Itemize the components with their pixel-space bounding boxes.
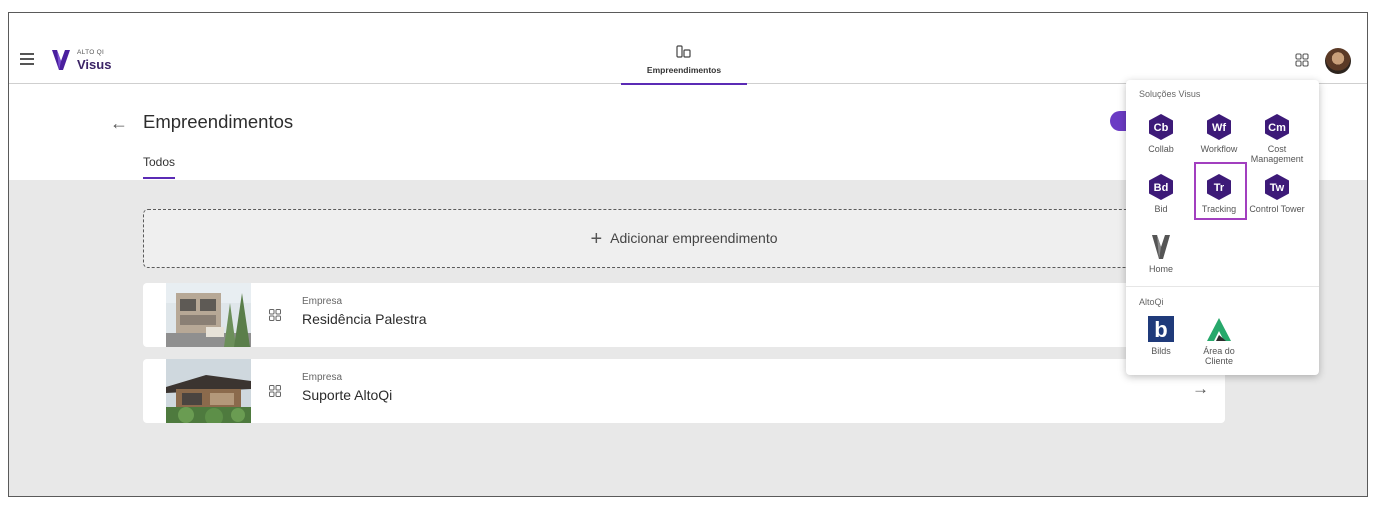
control-tower-icon: Tw bbox=[1265, 174, 1289, 200]
svg-text:Tw: Tw bbox=[1270, 182, 1285, 194]
brand-name: Visus bbox=[77, 57, 112, 72]
project-card[interactable]: Empresa Residência Palestra bbox=[143, 283, 1225, 347]
add-project-label: Adicionar empreendimento bbox=[610, 230, 778, 246]
app-label: Bilds bbox=[1151, 346, 1171, 356]
home-logo-icon bbox=[1152, 235, 1170, 259]
grid-icon bbox=[269, 309, 281, 321]
app-bid[interactable]: Bd Bid bbox=[1131, 173, 1191, 214]
project-label: Empresa bbox=[302, 372, 343, 383]
app-workflow[interactable]: Wf Workflow bbox=[1189, 113, 1249, 154]
bilds-icon: b bbox=[1148, 316, 1174, 342]
area-cliente-icon bbox=[1207, 318, 1231, 341]
section-altoqi: AltoQi bbox=[1139, 297, 1164, 307]
apps-dropdown: Soluções Visus Cb Collab Wf Workflow Cm … bbox=[1126, 80, 1319, 375]
app-control-tower[interactable]: Tw Control Tower bbox=[1247, 173, 1307, 214]
tab-todos[interactable]: Todos bbox=[143, 155, 176, 179]
app-home[interactable]: Home bbox=[1131, 233, 1191, 274]
plus-icon: + bbox=[590, 228, 603, 250]
svg-text:Bd: Bd bbox=[1154, 182, 1169, 194]
svg-text:Cm: Cm bbox=[1268, 122, 1286, 134]
svg-text:Cb: Cb bbox=[1154, 122, 1169, 134]
apps-grid-icon[interactable] bbox=[1295, 53, 1309, 67]
app-label: Home bbox=[1148, 264, 1173, 274]
bid-icon: Bd bbox=[1149, 174, 1173, 200]
building-icon bbox=[676, 45, 691, 58]
section-solucoes-visus: Soluções Visus bbox=[1139, 89, 1201, 99]
app-window: ALTO QI Visus Empreendimentos ← Empreend… bbox=[8, 12, 1368, 497]
app-bilds[interactable]: b Bilds bbox=[1131, 315, 1191, 356]
divider bbox=[1126, 286, 1319, 287]
brand-small: ALTO QI bbox=[77, 49, 105, 56]
svg-text:Wf: Wf bbox=[1212, 122, 1226, 134]
svg-text:b: b bbox=[1154, 317, 1167, 342]
project-card[interactable]: Empresa Suporte AltoQi → bbox=[143, 359, 1225, 423]
project-name: Suporte AltoQi bbox=[302, 387, 393, 403]
collab-icon: Cb bbox=[1149, 114, 1173, 140]
tab-label: Empreendimentos bbox=[646, 65, 722, 75]
workflow-icon: Wf bbox=[1207, 114, 1231, 140]
tracking-highlight bbox=[1194, 162, 1247, 220]
app-collab[interactable]: Cb Collab bbox=[1131, 113, 1191, 154]
add-project-button[interactable]: + Adicionar empreendimento bbox=[143, 209, 1225, 268]
hamburger-menu-icon[interactable] bbox=[20, 53, 34, 65]
app-area-do-cliente[interactable]: Área do Cliente bbox=[1189, 315, 1249, 366]
cost-management-icon: Cm bbox=[1265, 114, 1289, 140]
app-label: Cost Management bbox=[1250, 144, 1304, 164]
tab-empreendimentos[interactable]: Empreendimentos bbox=[621, 43, 747, 85]
page-title: Empreendimentos bbox=[143, 111, 294, 132]
project-label: Empresa bbox=[302, 296, 343, 307]
app-label: Área do Cliente bbox=[1203, 346, 1235, 366]
grid-icon bbox=[269, 385, 281, 397]
visus-logo[interactable] bbox=[51, 49, 71, 71]
project-name: Residência Palestra bbox=[302, 311, 427, 327]
app-label: Bid bbox=[1154, 204, 1168, 214]
user-avatar[interactable] bbox=[1325, 48, 1351, 74]
top-bar: ALTO QI Visus Empreendimentos bbox=[9, 13, 1367, 85]
back-arrow-icon[interactable]: ← bbox=[110, 113, 128, 134]
app-cost-management[interactable]: Cm Cost Management bbox=[1247, 113, 1307, 164]
app-label: Workflow bbox=[1200, 144, 1238, 154]
project-thumbnail bbox=[166, 359, 251, 423]
app-label: Control Tower bbox=[1249, 204, 1305, 214]
project-thumbnail bbox=[166, 283, 251, 347]
app-label: Collab bbox=[1148, 144, 1174, 154]
arrow-right-icon[interactable]: → bbox=[1192, 379, 1209, 399]
